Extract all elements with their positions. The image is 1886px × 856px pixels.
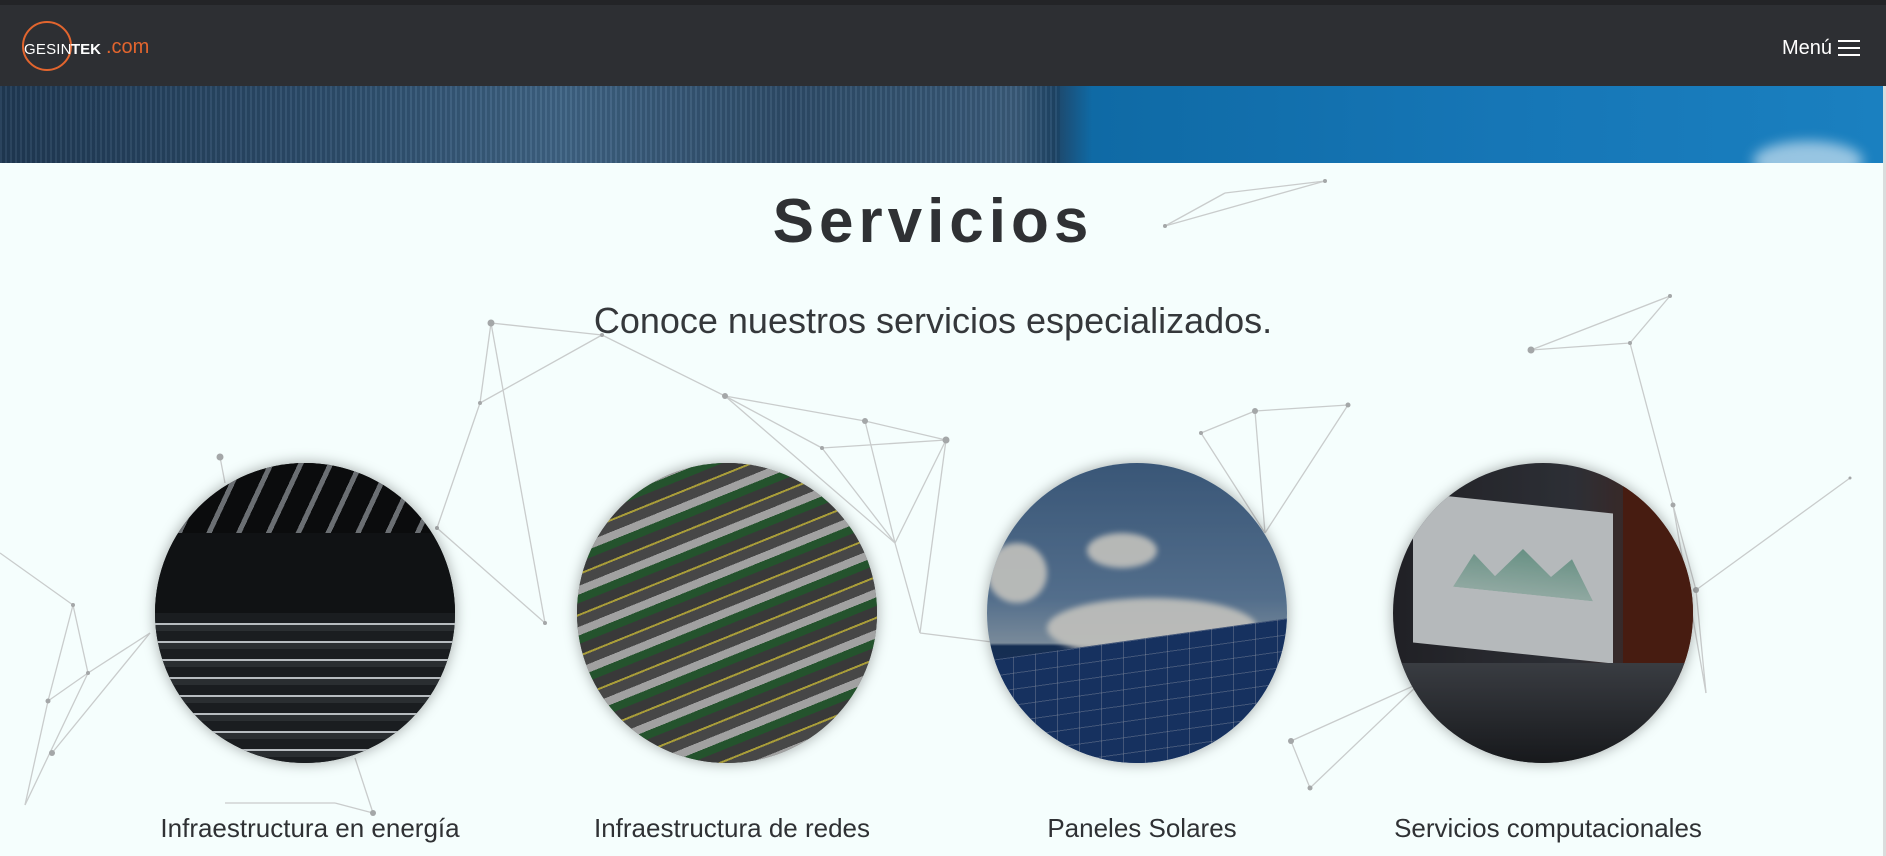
service-image-redes[interactable] <box>577 463 877 763</box>
service-image-energia[interactable] <box>155 463 455 763</box>
service-label-computacionales[interactable]: Servicios computacionales <box>1338 813 1758 844</box>
hero-banner-image <box>0 86 1883 163</box>
top-navigation-bar: GESIN TEK .com Menú <box>0 0 1886 86</box>
logo-text-gesin: GESIN <box>24 41 72 58</box>
suit-texture <box>0 86 1060 163</box>
menu-label: Menú <box>1781 36 1832 59</box>
hamburger-icon <box>1838 39 1860 57</box>
logo-text-tek: TEK <box>71 41 101 58</box>
service-image-computacionales[interactable] <box>1393 463 1693 763</box>
service-card-energia[interactable]: Infraestructura en energía <box>100 463 520 856</box>
service-image-paneles-solares[interactable] <box>987 463 1287 763</box>
menu-button[interactable]: Menú <box>1782 33 1860 63</box>
service-label-paneles-solares[interactable]: Paneles Solares <box>932 813 1352 844</box>
sky-cloud <box>1753 141 1863 163</box>
service-label-redes[interactable]: Infraestructura de redes <box>522 813 942 844</box>
site-logo[interactable]: GESIN TEK .com <box>22 19 182 79</box>
service-card-computacionales[interactable]: Servicios computacionales <box>1338 463 1758 856</box>
section-subtitle: Conoce nuestros servicios especializados… <box>593 300 1273 341</box>
section-title: Servicios <box>772 187 1094 256</box>
logo-text-com: .com <box>106 36 150 58</box>
service-card-redes[interactable]: Infraestructura de redes <box>522 463 942 856</box>
service-label-energia[interactable]: Infraestructura en energía <box>100 813 520 844</box>
service-card-paneles-solares[interactable]: Paneles Solares <box>932 463 1352 856</box>
